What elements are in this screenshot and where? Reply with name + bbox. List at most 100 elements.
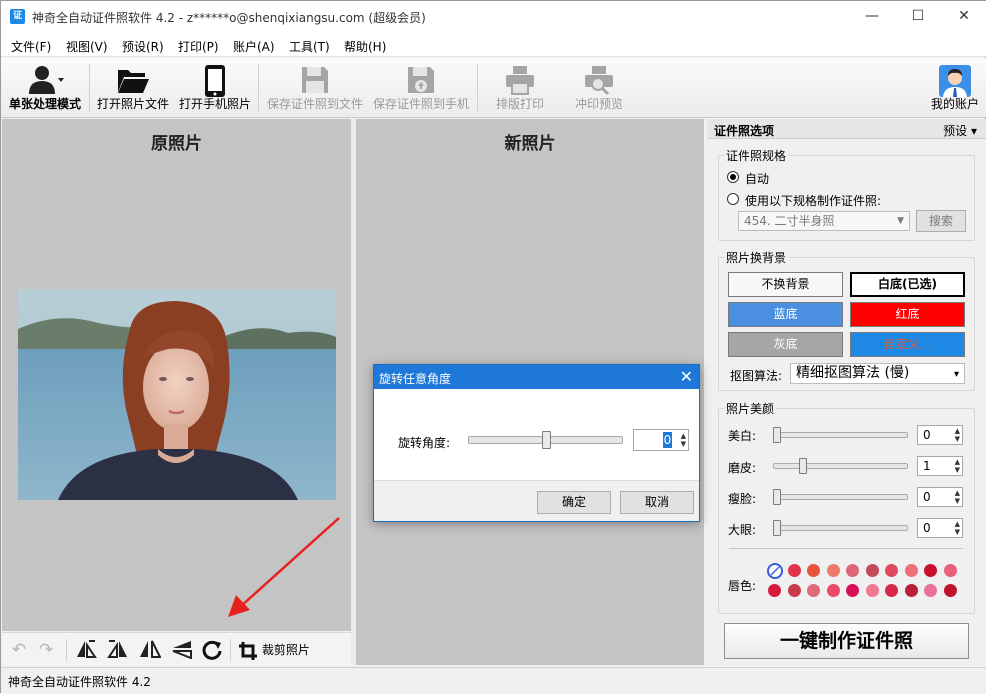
search-button[interactable]: 搜索	[916, 210, 966, 232]
account-avatar-icon	[939, 65, 971, 97]
lip-color-swatch[interactable]	[768, 584, 781, 597]
lip-color-swatch[interactable]	[846, 564, 859, 577]
lip-color-swatch[interactable]	[865, 584, 879, 597]
lip-color-swatch[interactable]	[885, 564, 898, 577]
blue-background-button[interactable]: 蓝底	[728, 302, 843, 327]
maximize-button[interactable]: ☐	[895, 1, 941, 33]
save-file-button[interactable]: 保存证件照到文件	[263, 58, 367, 118]
spec-combo[interactable]: 454. 二寸半身照 ▼	[738, 211, 910, 231]
smooth-slider-track[interactable]	[773, 463, 908, 469]
lip-color-swatch[interactable]	[885, 584, 898, 597]
big-eyes-spinbox[interactable]: 0 ▲ ▼	[917, 518, 963, 538]
lip-color-swatch[interactable]	[943, 584, 957, 597]
auto-radio[interactable]	[727, 171, 739, 183]
my-account-button[interactable]: 我的账户	[925, 58, 985, 118]
slim-face-slider-track[interactable]	[773, 494, 908, 500]
lip-color-swatch[interactable]	[943, 564, 957, 577]
floppy-upload-icon	[408, 67, 434, 93]
use-spec-radio[interactable]	[727, 193, 739, 205]
menu-tools[interactable]: 工具(T)	[289, 38, 330, 55]
algorithm-label: 抠图算法:	[730, 369, 783, 383]
lip-color-swatch[interactable]	[807, 564, 820, 577]
lip-color-swatch[interactable]	[846, 584, 859, 597]
print-preview-icon	[585, 66, 613, 96]
open-phone-label: 打开手机照片	[178, 97, 251, 111]
toolbar-separator	[258, 64, 259, 112]
crop-button[interactable]: 裁剪照片	[238, 639, 318, 661]
single-mode-button[interactable]: 单张处理模式	[5, 58, 85, 118]
print-preview-button[interactable]: 冲印预览	[563, 58, 635, 118]
redo-icon[interactable]: ↷	[35, 639, 57, 661]
lip-color-swatch[interactable]	[787, 564, 801, 577]
slim-face-slider-thumb[interactable]	[773, 489, 781, 505]
app-window: 证 神奇全自动证件照软件 4.2 - z******o@shenqixiangs…	[0, 0, 986, 694]
open-file-button[interactable]: 打开照片文件	[94, 58, 172, 118]
save-phone-button[interactable]: 保存证件照到手机	[370, 58, 472, 118]
printer-icon	[506, 66, 534, 95]
big-eyes-slider-thumb[interactable]	[773, 520, 781, 536]
mirror-horizontal-icon[interactable]	[138, 639, 162, 661]
spin-arrows-icon[interactable]: ▲ ▼	[955, 427, 960, 443]
whiten-slider-track[interactable]	[773, 432, 908, 438]
lip-color-label: 唇色:	[728, 579, 757, 593]
red-background-button[interactable]: 红底	[850, 302, 965, 327]
menu-view[interactable]: 视图(V)	[66, 38, 108, 55]
layout-print-button[interactable]: 排版打印	[484, 58, 556, 118]
open-phone-button[interactable]: 打开手机照片	[176, 58, 254, 118]
rotate-angle-slider-thumb[interactable]	[541, 431, 551, 449]
lip-color-swatch[interactable]	[865, 564, 879, 577]
algorithm-combo[interactable]: 精细抠图算法 (慢) ▾	[790, 363, 965, 384]
lip-color-swatch[interactable]	[826, 584, 840, 597]
undo-icon[interactable]: ↶	[8, 639, 30, 661]
cancel-button[interactable]: 取消	[620, 491, 694, 514]
white-background-button[interactable]: 白底(已选)	[850, 272, 965, 297]
no-background-button[interactable]: 不换背景	[728, 272, 843, 297]
smooth-spinbox[interactable]: 1 ▲ ▼	[917, 456, 963, 476]
mirror-vertical-icon[interactable]	[170, 639, 194, 661]
close-icon[interactable]: ✕	[680, 367, 693, 386]
menu-print[interactable]: 打印(P)	[178, 38, 219, 55]
rotate-icon[interactable]	[200, 639, 224, 661]
app-icon: 证	[10, 9, 25, 24]
flip-left-icon[interactable]	[74, 639, 98, 661]
flip-right-icon[interactable]	[106, 639, 130, 661]
minimize-button[interactable]: —	[849, 1, 895, 33]
beauty-group: 照片美颜 美白: 0 ▲ ▼ 磨皮: 1 ▲ ▼ 瘦脸: 0 ▲ ▼ 大眼: 0 ▲ ▼ 唇色:	[718, 400, 975, 614]
lip-color-swatch[interactable]	[924, 584, 937, 597]
no-lip-color-icon[interactable]	[767, 563, 783, 579]
gray-background-button[interactable]: 灰底	[728, 332, 843, 357]
rotate-angle-spinbox[interactable]: 0 ▲ ▼	[633, 429, 689, 451]
spin-arrows-icon[interactable]: ▲ ▼	[955, 520, 960, 536]
lip-color-swatch[interactable]	[807, 584, 820, 597]
whiten-label: 美白:	[728, 429, 757, 443]
ok-button[interactable]: 确定	[537, 491, 611, 514]
background-group-label: 照片换背景	[724, 249, 789, 266]
phone-icon	[205, 65, 225, 97]
preset-dropdown[interactable]: 预设 ▾	[943, 122, 977, 139]
spin-arrows-icon[interactable]: ▲ ▼	[681, 432, 686, 448]
menu-help[interactable]: 帮助(H)	[344, 38, 386, 55]
menu-account[interactable]: 账户(A)	[233, 38, 275, 55]
spin-arrows-icon[interactable]: ▲ ▼	[955, 458, 960, 474]
close-button[interactable]: ✕	[941, 1, 986, 33]
whiten-spinbox[interactable]: 0 ▲ ▼	[917, 425, 963, 445]
whiten-slider-thumb[interactable]	[773, 427, 781, 443]
big-eyes-slider-track[interactable]	[773, 525, 908, 531]
red-arrow-annotation	[228, 517, 340, 617]
lip-color-swatch[interactable]	[787, 584, 801, 597]
lip-color-swatch[interactable]	[826, 564, 840, 577]
lip-color-swatch[interactable]	[904, 564, 918, 577]
slim-face-label: 瘦脸:	[728, 492, 757, 506]
menu-file[interactable]: 文件(F)	[11, 38, 51, 55]
smooth-slider-thumb[interactable]	[799, 458, 807, 474]
custom-background-button[interactable]: 自定义...	[850, 332, 965, 357]
make-id-photo-button[interactable]: 一键制作证件照	[724, 623, 969, 659]
lip-color-swatch[interactable]	[924, 564, 937, 577]
spin-arrows-icon[interactable]: ▲ ▼	[955, 489, 960, 505]
status-bar: 神奇全自动证件照软件 4.2	[1, 667, 986, 694]
menu-preset[interactable]: 预设(R)	[122, 38, 164, 55]
slim-face-spinbox[interactable]: 0 ▲ ▼	[917, 487, 963, 507]
lip-color-swatch[interactable]	[904, 584, 918, 597]
photo-tools-bar: ↶ ↷ 裁剪照片	[2, 632, 351, 665]
original-photo-title: 原照片	[151, 134, 202, 154]
